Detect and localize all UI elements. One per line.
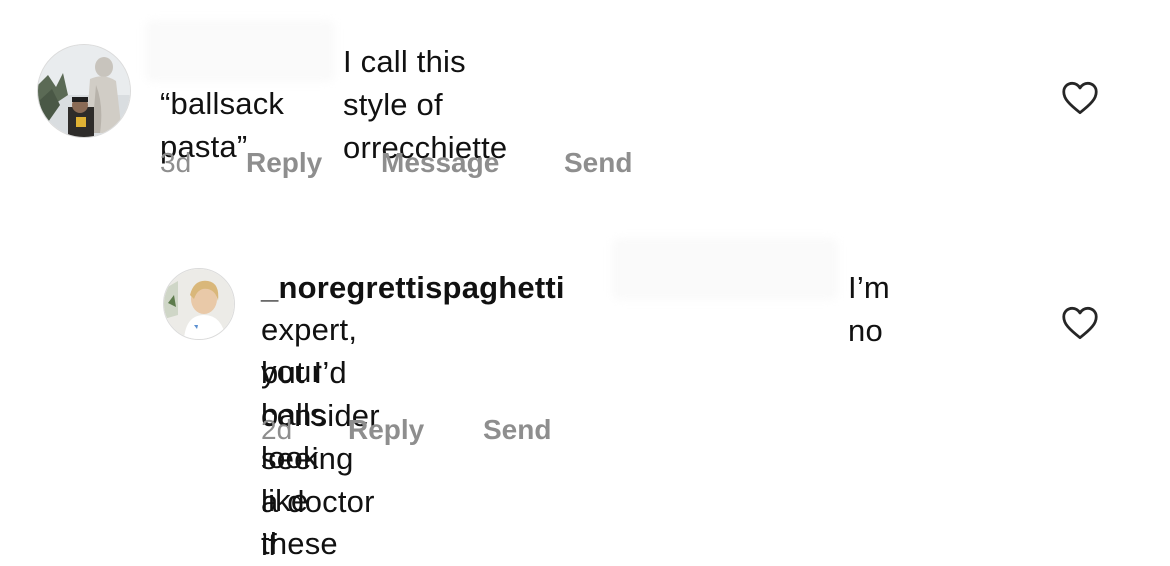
comment-meta: 3d Reply Message Send [160,147,632,179]
comment-text-line-1-end: I’m no [848,270,890,348]
send-button[interactable]: Send [483,414,551,446]
avatar[interactable] [37,44,131,138]
timestamp: 2d [261,414,293,445]
username-link[interactable]: _noregrettispaghetti [261,270,565,305]
timestamp: 3d [160,147,192,178]
redacted-mention [612,238,838,300]
reply-button[interactable]: Reply [246,147,381,179]
comment-text-line-3: your balls look like these [261,354,338,561]
send-button[interactable]: Send [564,147,632,179]
heart-outline-icon[interactable] [1061,306,1099,340]
avatar-woman-image [164,269,234,339]
heart-outline-icon[interactable] [1061,81,1099,115]
message-button[interactable]: Message [381,147,564,179]
avatar[interactable] [163,268,235,340]
redacted-username [145,20,335,82]
avatar-statue-image [38,45,130,137]
reply-button[interactable]: Reply [348,414,483,446]
comment-meta: 2d Reply Send [261,414,551,446]
